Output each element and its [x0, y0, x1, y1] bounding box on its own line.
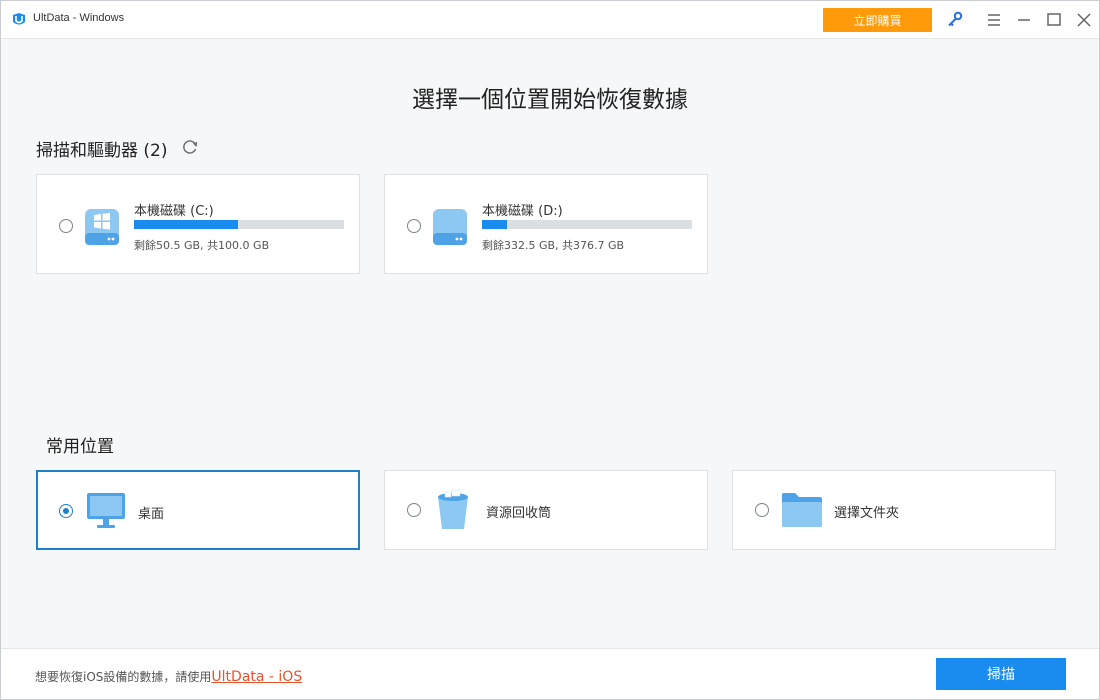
desktop-radio[interactable] [59, 504, 73, 518]
drives-heading: 掃描和驅動器 (2) [36, 141, 168, 161]
minimize-icon[interactable] [1014, 10, 1034, 30]
drive-d-radio[interactable] [407, 219, 421, 233]
location-card-recycle-bin[interactable]: 資源回收筒 [384, 470, 708, 550]
recycle-bin-icon [438, 489, 468, 529]
recycle-bin-label: 資源回收筒 [486, 506, 552, 521]
drive-d-usage-bar [482, 220, 692, 229]
recycle-bin-radio[interactable] [407, 503, 421, 517]
drive-card-d[interactable]: 本機磁碟 (D:) 剩餘332.5 GB, 共376.7 GB [384, 174, 708, 274]
footer-bar: 想要恢復iOS設備的數據，請使用UltData - iOS 掃描 [1, 648, 1099, 699]
menu-icon[interactable] [984, 10, 1004, 30]
select-folder-label: 選擇文件夾 [834, 506, 900, 521]
location-card-desktop[interactable]: 桌面 [36, 470, 360, 550]
close-icon[interactable] [1074, 10, 1094, 30]
footer-prompt: 想要恢復iOS設備的數據，請使用UltData - iOS [35, 668, 302, 685]
drive-d-usage-fill [482, 220, 507, 229]
drive-c-usage-bar [134, 220, 344, 229]
ios-prompt-text: 想要恢復iOS設備的數據，請使用 [35, 670, 212, 684]
app-window: UltData - Windows 立即購買 選擇一個位置開始恢復數據 掃描和驅… [0, 0, 1100, 700]
buy-now-button[interactable]: 立即購買 [823, 8, 932, 32]
app-logo-icon [13, 13, 25, 25]
window-title: UltData - Windows [33, 12, 125, 24]
key-icon[interactable] [945, 10, 965, 30]
drive-c-name: 本機磁碟 (C:) [134, 204, 214, 219]
windows-drive-icon [85, 209, 119, 245]
drive-icon [433, 209, 467, 245]
drive-d-capacity: 剩餘332.5 GB, 共376.7 GB [482, 239, 625, 252]
drive-c-usage-fill [134, 220, 238, 229]
ultdata-ios-link[interactable]: UltData - iOS [211, 669, 302, 685]
drive-d-name: 本機磁碟 (D:) [482, 204, 563, 219]
drive-c-radio[interactable] [59, 219, 73, 233]
drive-card-c[interactable]: 本機磁碟 (C:) 剩餘50.5 GB, 共100.0 GB [36, 174, 360, 274]
refresh-icon[interactable] [181, 138, 199, 156]
drive-c-capacity: 剩餘50.5 GB, 共100.0 GB [134, 239, 270, 252]
desktop-label: 桌面 [138, 507, 165, 522]
select-folder-radio[interactable] [755, 503, 769, 517]
location-card-select-folder[interactable]: 選擇文件夾 [732, 470, 1056, 550]
maximize-icon[interactable] [1044, 10, 1064, 30]
scan-button[interactable]: 掃描 [936, 658, 1066, 690]
title-bar: UltData - Windows 立即購買 [1, 1, 1099, 39]
desktop-monitor-icon [87, 493, 125, 528]
folder-icon [782, 493, 822, 527]
common-locations-heading: 常用位置 [46, 437, 114, 457]
page-title: 選擇一個位置開始恢復數據 [412, 87, 688, 113]
